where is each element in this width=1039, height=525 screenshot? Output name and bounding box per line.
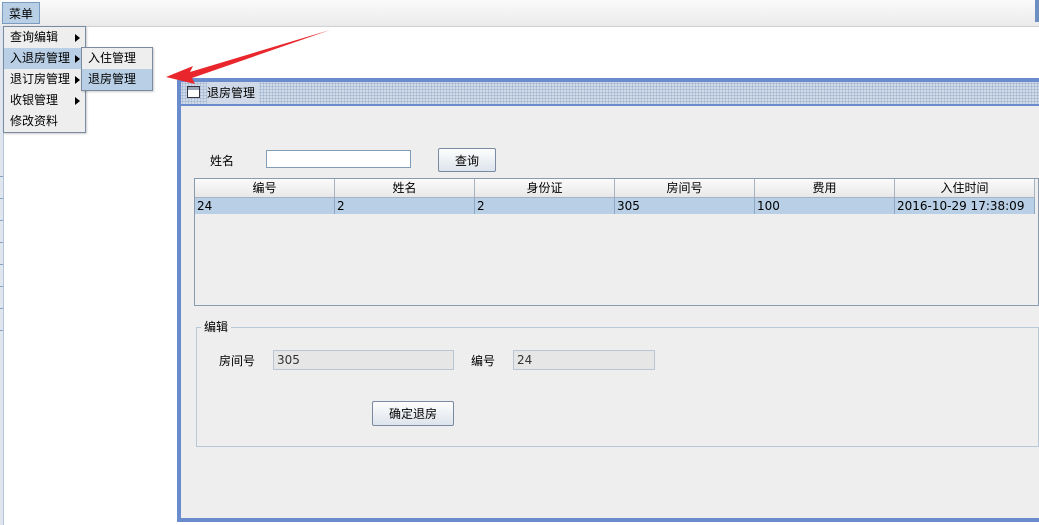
column-header-room[interactable]: 房间号: [615, 179, 755, 198]
name-label: 姓名: [210, 154, 235, 168]
record-id-field[interactable]: [513, 350, 655, 370]
window-edge: [1035, 0, 1039, 22]
column-header-checkin-time[interactable]: 入住时间: [895, 179, 1035, 198]
edit-group: 编辑 房间号 编号 确定退房: [196, 319, 1039, 447]
window-icon: [187, 86, 200, 98]
submenu-arrow-icon: [75, 34, 80, 42]
menu-item-checkin-checkout[interactable]: 入退房管理: [4, 48, 85, 69]
submenu-arrow-icon: [75, 55, 80, 63]
records-table[interactable]: 编号 姓名 身份证 房间号 费用 入住时间 24 2 2 305 100 201…: [194, 178, 1039, 306]
room-number-field[interactable]: [273, 350, 454, 370]
cell-checkin-time: 2016-10-29 17:38:09: [895, 198, 1035, 214]
menu-item-label: 入退房管理: [10, 51, 71, 65]
menu-item-label: 修改资料: [10, 114, 59, 128]
menu-item-booking-cancel[interactable]: 退订房管理: [4, 69, 85, 90]
name-search-input[interactable]: [266, 150, 411, 168]
window-title: 退房管理: [207, 82, 260, 104]
submenu-arrow-icon: [75, 97, 80, 105]
menu-item-cashier[interactable]: 收银管理: [4, 90, 85, 111]
cell-fee: 100: [755, 198, 895, 214]
strip-tick: [0, 330, 3, 331]
checkout-window: 退房管理 姓名 查询 编号 姓名 身份证 房间号 费用 入住时间 24 2 2 …: [177, 78, 1039, 522]
confirm-checkout-button[interactable]: 确定退房: [372, 401, 454, 426]
menu-item-label: 退订房管理: [10, 72, 71, 86]
strip-tick: [0, 308, 3, 309]
menu-bar: 菜单: [0, 0, 1039, 27]
search-button[interactable]: 查询: [438, 148, 496, 172]
record-id-label: 编号: [471, 354, 496, 368]
menu-item-label: 收银管理: [10, 93, 59, 107]
cell-id-card: 2: [475, 198, 615, 214]
window-content: 姓名 查询 编号 姓名 身份证 房间号 费用 入住时间 24 2 2 305 1…: [181, 106, 1039, 518]
menu-item-label: 查询编辑: [10, 30, 59, 44]
room-number-label: 房间号: [219, 354, 256, 368]
strip-tick: [0, 220, 3, 221]
window-title-bar[interactable]: 退房管理: [181, 82, 1039, 104]
menu-item-edit-profile[interactable]: 修改资料: [4, 111, 85, 132]
strip-tick: [0, 242, 3, 243]
strip-tick: [0, 198, 3, 199]
column-header-name[interactable]: 姓名: [335, 179, 475, 198]
table-row[interactable]: 24 2 2 305 100 2016-10-29 17:38:09: [195, 198, 1035, 214]
main-menu-popup: 查询编辑 入退房管理 退订房管理 收银管理 修改资料: [3, 26, 86, 133]
edit-group-title: 编辑: [201, 319, 232, 335]
strip-tick: [0, 264, 3, 265]
menu-title-menu[interactable]: 菜单: [2, 2, 41, 24]
submenu-item-checkin[interactable]: 入住管理: [82, 48, 152, 69]
checkin-submenu-popup: 入住管理 退房管理: [81, 47, 153, 91]
annotation-arrow-shape: [166, 30, 330, 84]
column-header-fee[interactable]: 费用: [755, 179, 895, 198]
cell-name: 2: [335, 198, 475, 214]
column-header-id-card[interactable]: 身份证: [475, 179, 615, 198]
submenu-arrow-icon: [75, 76, 80, 84]
table-header: 编号 姓名 身份证 房间号 费用 入住时间: [195, 179, 1035, 198]
cell-room: 305: [615, 198, 755, 214]
strip-tick: [0, 286, 3, 287]
cell-id: 24: [195, 198, 335, 214]
submenu-item-checkout[interactable]: 退房管理: [82, 69, 152, 90]
column-header-id[interactable]: 编号: [195, 179, 335, 198]
strip-tick: [0, 176, 3, 177]
menu-item-query-edit[interactable]: 查询编辑: [4, 27, 85, 48]
